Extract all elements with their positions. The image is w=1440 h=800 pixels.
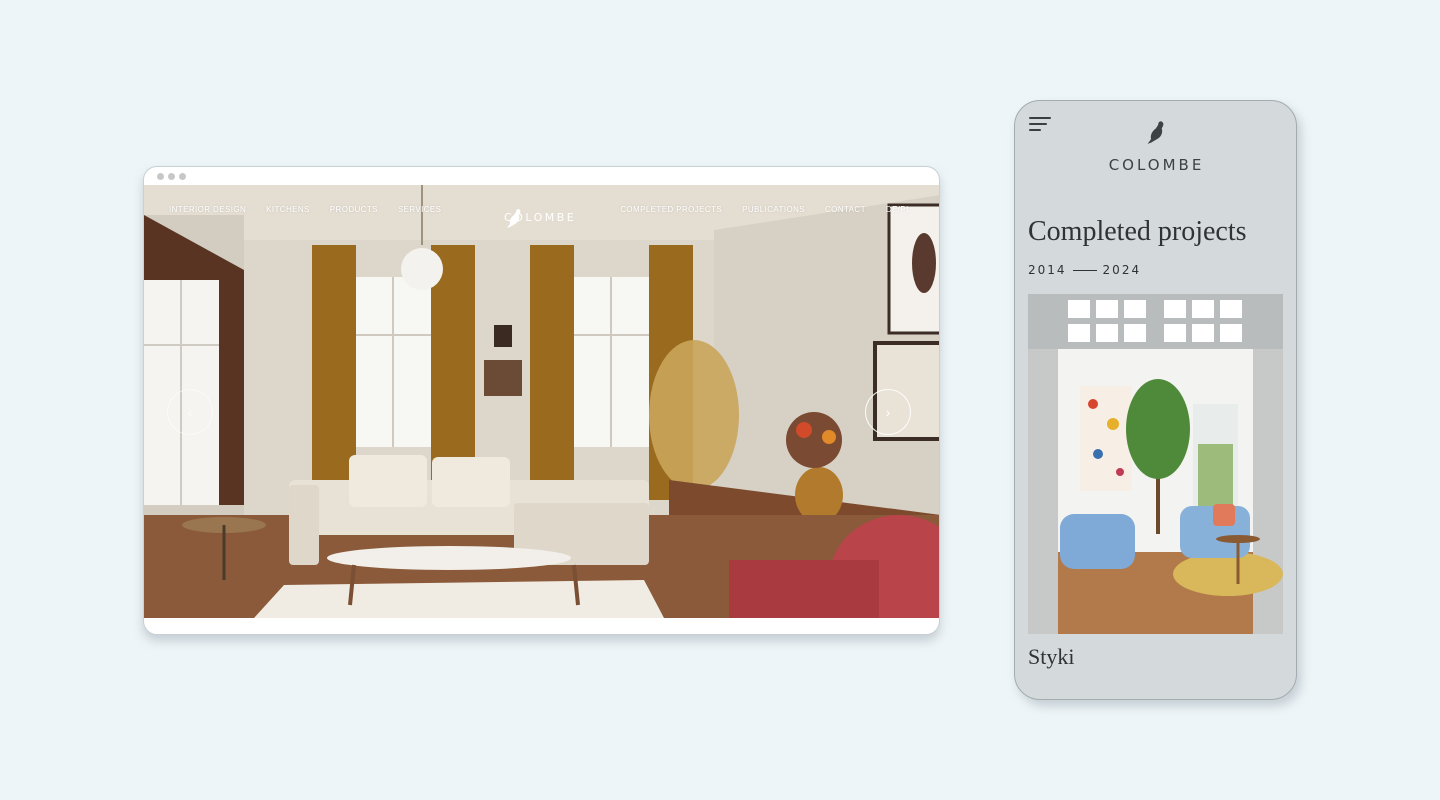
desktop-browser-mockup: INTERIOR DESIGN KITCHENS PRODUCTS SERVIC… [143, 166, 940, 635]
browser-title-bar [144, 167, 939, 185]
hero-living-room-image: INTERIOR DESIGN KITCHENS PRODUCTS SERVIC… [144, 185, 939, 618]
language-switch[interactable]: DE/PL [886, 205, 911, 214]
mobile-logo[interactable]: COLOMBE [1015, 119, 1296, 174]
chevron-left-icon: ‹ [187, 404, 193, 420]
nav-link-products[interactable]: PRODUCTS [330, 205, 378, 214]
pigeon-icon [507, 209, 521, 228]
year-start: 2014 [1028, 263, 1067, 277]
nav-link-completed-projects[interactable]: COMPLETED PROJECTS [620, 205, 722, 214]
nav-link-kitchens[interactable]: KITCHENS [266, 205, 310, 214]
nav-left-group: INTERIOR DESIGN KITCHENS PRODUCTS SERVIC… [169, 205, 441, 214]
year-range: 2014 2024 [1028, 263, 1141, 277]
year-range-dash [1072, 269, 1097, 271]
nav-link-services[interactable]: SERVICES [398, 205, 442, 214]
project-title[interactable]: Styki [1028, 644, 1074, 670]
nav-link-contact[interactable]: CONTACT [825, 205, 866, 214]
window-dot-icon [168, 172, 175, 180]
logo-wordmark: COLOMBE [1108, 156, 1205, 174]
desktop-logo[interactable]: COLOMBE [504, 207, 574, 228]
project-room-illustration [1028, 294, 1283, 634]
nav-link-publications[interactable]: PUBLICATIONS [742, 205, 805, 214]
slider-prev-button[interactable]: ‹ [167, 389, 213, 435]
nav-link-interior-design[interactable]: INTERIOR DESIGN [169, 205, 246, 214]
pigeon-icon [1147, 121, 1163, 144]
page-title: Completed projects [1028, 216, 1247, 247]
window-dot-icon [179, 172, 186, 180]
window-dot-icon [157, 172, 164, 180]
living-room-illustration [144, 185, 939, 618]
mobile-phone-mockup: COLOMBE Completed projects 2014 2024 Sty… [1014, 100, 1297, 700]
chevron-right-icon: › [885, 404, 891, 420]
nav-right-group: COMPLETED PROJECTS PUBLICATIONS CONTACT … [620, 205, 911, 214]
project-image[interactable] [1028, 294, 1283, 634]
year-end: 2024 [1102, 263, 1142, 277]
slider-next-button[interactable]: › [865, 389, 911, 435]
